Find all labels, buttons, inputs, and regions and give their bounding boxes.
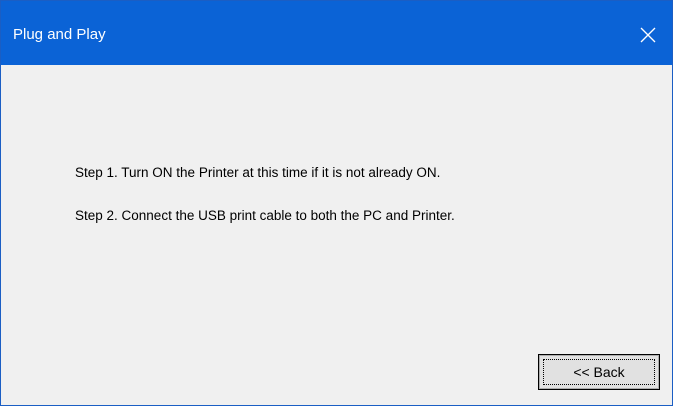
dialog-content: Step 1. Turn ON the Printer at this time… (1, 65, 672, 405)
step-1-text: Step 1. Turn ON the Printer at this time… (75, 165, 441, 180)
dialog-window: Plug and Play Step 1. Turn ON the Printe… (0, 0, 673, 406)
close-button[interactable] (625, 13, 671, 57)
title-bar[interactable]: Plug and Play (1, 1, 672, 65)
back-button[interactable]: << Back (539, 355, 659, 389)
back-button-label: << Back (573, 364, 625, 380)
step-2-text: Step 2. Connect the USB print cable to b… (75, 208, 455, 223)
close-icon (640, 27, 656, 43)
window-title: Plug and Play (13, 26, 106, 43)
